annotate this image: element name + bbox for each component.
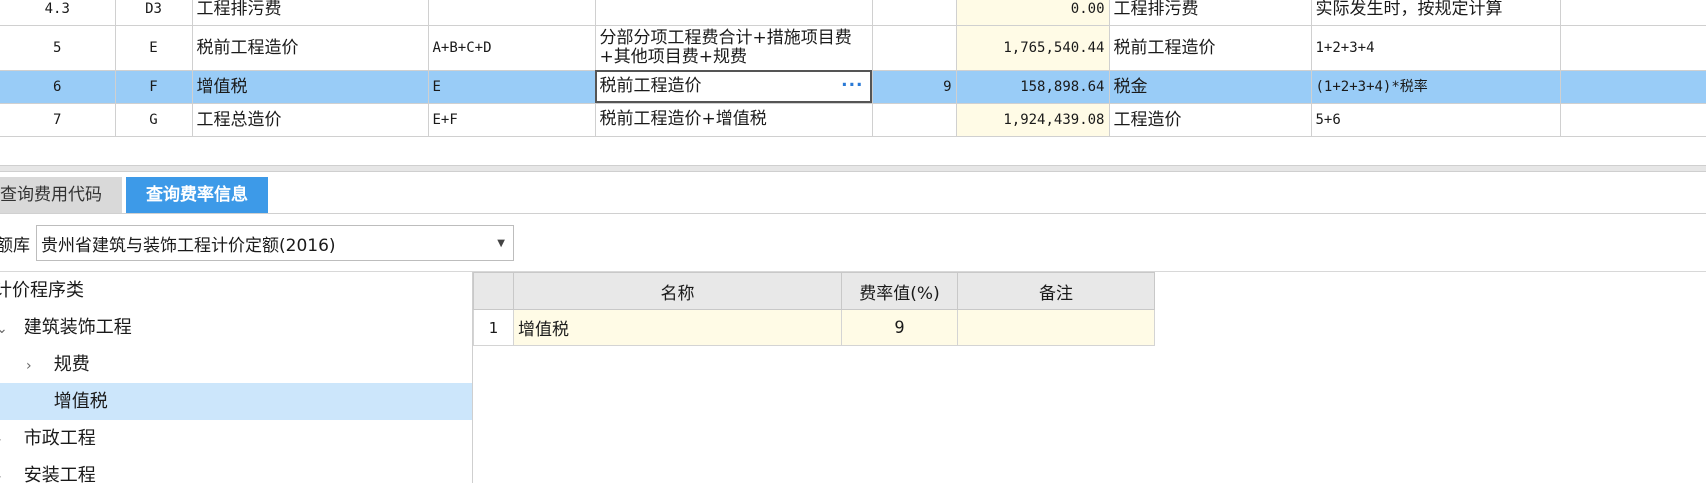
rate-table-header: 名称 费率值(%) 备注 (473, 272, 1155, 310)
seq-cell[interactable]: 6 (0, 70, 116, 104)
tree-node-label: 市政工程 (23, 428, 96, 449)
ellipsis-button[interactable]: ··· (841, 76, 863, 95)
note-cell[interactable]: (1+2+3+4)*税率 (1311, 70, 1561, 104)
tree-node-label: 计价程序类 (0, 280, 84, 301)
extra-cell[interactable] (1560, 25, 1706, 71)
formula-cell[interactable]: E (428, 70, 596, 104)
name-cell[interactable]: 工程排污费 (192, 0, 429, 26)
note-cell[interactable]: 5+6 (1311, 103, 1561, 137)
base-cell-text: 税前工程造价 (599, 76, 702, 96)
table-row[interactable]: 4.3 D3 工程排污费 0.00 工程排污费 实际发生时，按规定计算 (0, 0, 1706, 26)
tree-node-label: 规费 (53, 354, 90, 375)
tree-node-label: 增值税 (53, 391, 108, 412)
extra-cell[interactable] (1560, 0, 1706, 26)
column-header-note[interactable]: 备注 (957, 272, 1155, 310)
library-select-value: 贵州省建筑与装饰工程计价定额(2016) (41, 235, 336, 256)
name-cell[interactable]: 增值税 (192, 70, 429, 104)
seq-cell[interactable]: 4.3 (0, 0, 116, 26)
table-row[interactable]: 7 G 工程总造价 E+F 税前工程造价+增值税 1,924,439.08 工程… (0, 103, 1706, 137)
code-cell[interactable]: G (115, 103, 193, 137)
tab-divider (0, 213, 1706, 214)
fee-grid: 4.3 D3 工程排污费 0.00 工程排污费 实际发生时，按规定计算 5 E … (0, 0, 1706, 137)
chevron-down-icon[interactable]: ⌄ (0, 311, 12, 348)
column-header-rate[interactable]: 费率值(%) (841, 272, 958, 310)
rate-name-cell[interactable]: 增值税 (513, 309, 842, 346)
table-row[interactable]: 5 E 税前工程造价 A+B+C+D 分部分项工程费合计+措施项目费+其他项目费… (0, 25, 1706, 71)
base-cell[interactable]: 税前工程造价+增值税 (595, 103, 873, 137)
fee-type-cell[interactable]: 税金 (1109, 70, 1312, 104)
formula-cell[interactable]: A+B+C+D (428, 25, 596, 71)
row-number: 1 (473, 309, 514, 346)
tree-node-installation[interactable]: › 安装工程 (0, 457, 472, 483)
base-cell-editing[interactable]: 税前工程造价 ··· (595, 70, 873, 104)
column-header-name[interactable]: 名称 (513, 272, 842, 310)
tree-node-label: 安装工程 (23, 465, 96, 483)
category-tree: 计价程序类 ⌄ 建筑装饰工程 › 规费 增值税 › 市政工程 › 安装工程 (0, 272, 473, 483)
tree-node-regulatory-fee[interactable]: › 规费 (0, 346, 472, 383)
amount-cell[interactable]: 0.00 (956, 0, 1110, 26)
fee-type-cell[interactable]: 工程造价 (1109, 103, 1312, 137)
rate-cell[interactable] (872, 25, 957, 71)
tab-query-rate-info[interactable]: 查询费率信息 (126, 177, 268, 213)
formula-cell[interactable] (428, 0, 596, 26)
library-row: 额库 贵州省建筑与装饰工程计价定额(2016) ▼ (0, 224, 514, 262)
dropdown-caret-icon[interactable]: ▼ (497, 238, 505, 249)
extra-cell[interactable] (1560, 103, 1706, 137)
rate-cell[interactable] (872, 0, 957, 26)
panel-splitter[interactable] (0, 165, 1706, 172)
name-cell[interactable]: 税前工程造价 (192, 25, 429, 71)
tree-node-building-decoration[interactable]: ⌄ 建筑装饰工程 (0, 309, 472, 346)
tree-node-municipal[interactable]: › 市政工程 (0, 420, 472, 457)
library-label: 额库 (0, 235, 30, 256)
note-cell[interactable]: 实际发生时，按规定计算 (1311, 0, 1561, 26)
tab-bar: 查询费用代码 查询费率信息 (0, 177, 272, 213)
amount-cell[interactable]: 158,898.64 (956, 70, 1110, 104)
rate-table: 名称 费率值(%) 备注 1 增值税 9 (473, 272, 1155, 346)
name-cell[interactable]: 工程总造价 (192, 103, 429, 137)
library-select[interactable]: 贵州省建筑与装饰工程计价定额(2016) ▼ (36, 225, 514, 261)
seq-cell[interactable]: 5 (0, 25, 116, 71)
tree-root[interactable]: 计价程序类 (0, 272, 472, 309)
table-row-selected[interactable]: 6 F 增值税 E 税前工程造价 ··· 9 158,898.64 税金 (1+… (0, 70, 1706, 104)
table-row[interactable]: 1 增值税 9 (473, 309, 1155, 346)
base-cell[interactable]: 分部分项工程费合计+措施项目费+其他项目费+规费 (595, 25, 873, 71)
column-header-index (473, 272, 514, 310)
tree-node-label: 建筑装饰工程 (23, 317, 132, 338)
amount-cell[interactable]: 1,765,540.44 (956, 25, 1110, 71)
rate-cell[interactable]: 9 (872, 70, 957, 104)
code-cell[interactable]: D3 (115, 0, 193, 26)
tab-query-fee-code[interactable]: 查询费用代码 (0, 177, 122, 213)
amount-cell[interactable]: 1,924,439.08 (956, 103, 1110, 137)
rate-value-cell[interactable]: 9 (841, 309, 958, 346)
extra-cell[interactable] (1560, 70, 1706, 104)
chevron-right-icon[interactable]: › (0, 422, 12, 459)
chevron-right-icon[interactable]: › (26, 348, 42, 385)
fee-type-cell[interactable]: 税前工程造价 (1109, 25, 1312, 71)
base-cell[interactable] (595, 0, 873, 26)
tree-node-vat[interactable]: 增值税 (0, 383, 472, 420)
code-cell[interactable]: F (115, 70, 193, 104)
code-cell[interactable]: E (115, 25, 193, 71)
seq-cell[interactable]: 7 (0, 103, 116, 137)
rate-cell[interactable] (872, 103, 957, 137)
chevron-right-icon[interactable]: › (0, 459, 12, 483)
formula-cell[interactable]: E+F (428, 103, 596, 137)
note-cell[interactable]: 1+2+3+4 (1311, 25, 1561, 71)
fee-type-cell[interactable]: 工程排污费 (1109, 0, 1312, 26)
rate-note-cell[interactable] (957, 309, 1155, 346)
